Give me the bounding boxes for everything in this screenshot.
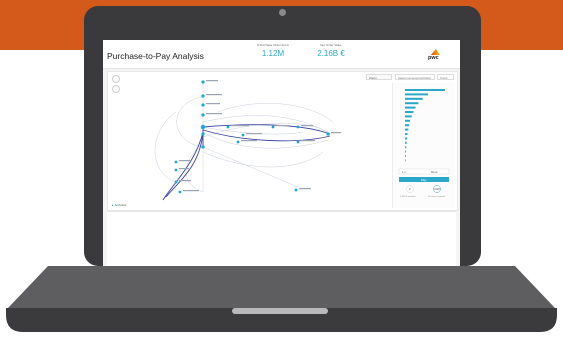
- dashboard-footer: [107, 211, 456, 266]
- kpi-label: Net Order Value: [320, 43, 342, 47]
- variant-bar[interactable]: [405, 115, 412, 118]
- graph-settings-button[interactable]: [112, 75, 120, 83]
- laptop-base: [6, 266, 557, 332]
- variant-bar[interactable]: [405, 137, 408, 140]
- variant-bar[interactable]: [405, 97, 423, 100]
- variant-bar[interactable]: [405, 150, 406, 153]
- variant-selector[interactable]: [398, 168, 450, 175]
- kpi-purchase-order-items: # Purchase Order Items 1.12M: [243, 43, 303, 58]
- graph-reset-button[interactable]: [112, 85, 120, 93]
- kpi-label: # Purchase Order Items: [257, 43, 289, 47]
- variant-bar[interactable]: [405, 159, 406, 162]
- count-dropdown[interactable]: Count: [437, 74, 454, 80]
- variant-bar[interactable]: [405, 119, 411, 122]
- metric-left-caption: 1,078,0 variants: [400, 195, 416, 198]
- variant-bar[interactable]: [405, 133, 408, 135]
- variant-bar[interactable]: [405, 146, 407, 149]
- kpi-value: 1.12M: [261, 49, 285, 58]
- variant-bar[interactable]: [405, 111, 414, 113]
- activity-filter-input[interactable]: Select connected activities: [395, 74, 435, 80]
- variant-bar[interactable]: [405, 93, 429, 96]
- webcam: [279, 9, 286, 16]
- process-flow-graph[interactable]: [108, 72, 388, 202]
- laptop-screen: Purchase-to-Pay Analysis # Purchase Orde…: [103, 40, 460, 266]
- selector-right: More: [431, 170, 438, 174]
- metric-right-caption: all cases covered: [428, 195, 446, 198]
- page-title: Purchase-to-Pay Analysis: [107, 51, 204, 61]
- legend-icon: ▲: [111, 203, 114, 207]
- legend-label: Activities: [114, 203, 127, 207]
- variant-bar[interactable]: [405, 155, 406, 157]
- kpi-net-order-value: Net Order Value 2.16B €: [301, 43, 361, 58]
- graph-legend[interactable]: ▲ Activities: [111, 203, 127, 208]
- variant-bar[interactable]: [405, 141, 407, 144]
- variant-bar[interactable]: [405, 124, 410, 127]
- zoom-dropdown[interactable]: Zoom: [366, 74, 392, 80]
- metric-right-value: 100%: [434, 188, 441, 191]
- selector-left: 1.x: [402, 170, 406, 174]
- variant-bar[interactable]: [405, 102, 419, 105]
- variant-bar[interactable]: [405, 89, 445, 91]
- variant-bar[interactable]: [405, 106, 416, 109]
- variant-bar[interactable]: [405, 128, 409, 131]
- apply-button-label: Play: [421, 178, 427, 182]
- pwc-logo-text: pwc: [428, 55, 439, 61]
- variant-chart: 1.x More Play 0 100% 1,078,0 variants al…: [398, 89, 450, 198]
- pwc-logo: pwc: [428, 49, 446, 63]
- touchpad-notch: [232, 308, 328, 314]
- process-map-panel[interactable]: Zoom Select connected activities Count 1…: [107, 71, 458, 211]
- dashboard-header: Purchase-to-Pay Analysis # Purchase Orde…: [103, 40, 460, 69]
- variant-panel: 1.x More Play 0 100% 1,078,0 variants al…: [392, 83, 455, 208]
- kpi-value: 2.16B €: [317, 49, 345, 58]
